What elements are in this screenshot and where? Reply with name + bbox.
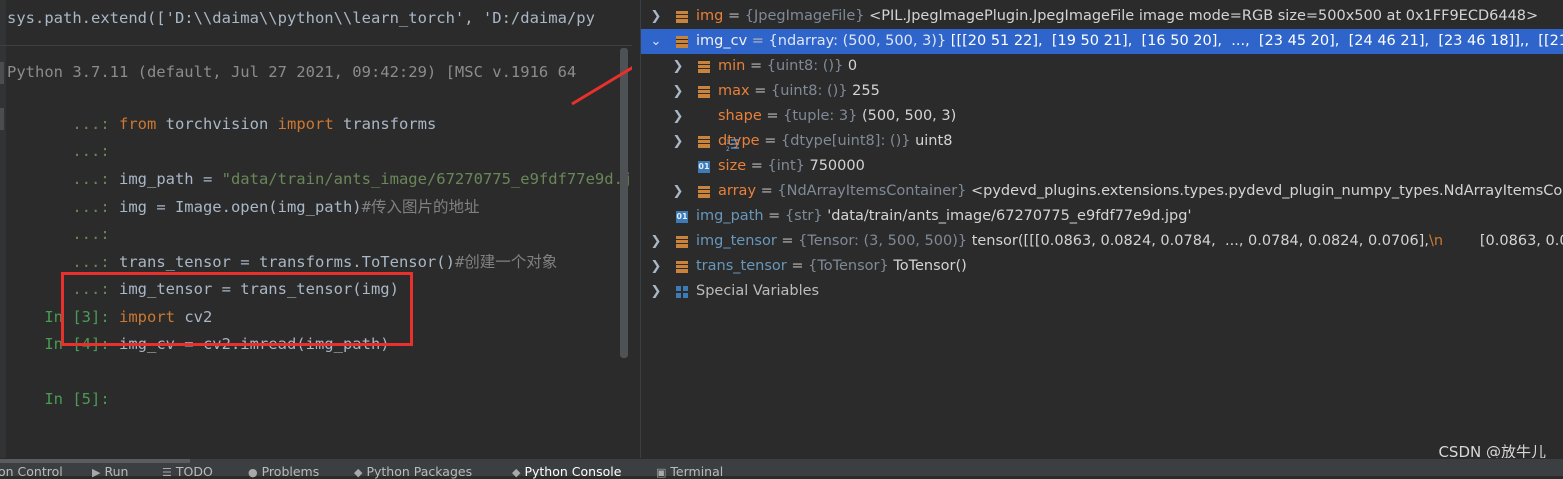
field-icon <box>676 236 688 248</box>
console-line: ...: img_path = "data/train/ants_image/6… <box>72 170 632 188</box>
tab-problems[interactable]: ● Problems <box>248 464 319 479</box>
red-annotation-arrow <box>571 66 632 106</box>
field-icon <box>676 11 688 23</box>
horizontal-scrollbar[interactable] <box>0 459 190 463</box>
chevron-right-icon[interactable]: ❯ <box>649 229 663 254</box>
console-line: ...: trans_tensor = transforms.ToTensor(… <box>72 253 558 271</box>
chevron-right-icon[interactable]: ❯ <box>671 179 685 204</box>
console-command-line: sys.path.extend(['D:\\daima\\python\\lea… <box>7 9 595 27</box>
chevron-right-icon[interactable]: ❯ <box>671 79 685 104</box>
console-gutter <box>0 0 6 458</box>
list-icon: 12 <box>698 111 739 153</box>
red-annotation-box <box>61 272 413 346</box>
tab-todo[interactable]: ☰ TODO <box>162 464 213 479</box>
int-01-icon: 01 <box>698 161 710 173</box>
chevron-right-icon[interactable]: ❯ <box>671 54 685 79</box>
tab-terminal[interactable]: ▣ Terminal <box>656 464 723 479</box>
gutter-mark <box>0 62 4 84</box>
field-icon <box>676 36 688 48</box>
tab-version-control[interactable]: on Control <box>0 464 63 479</box>
chevron-down-icon[interactable]: ⌄ <box>649 29 663 54</box>
tab-run[interactable]: ▶ Run <box>92 464 128 479</box>
warning-icon: ● <box>248 466 258 479</box>
variable-row-special-variables[interactable]: ❯ Special Variables <box>641 279 1563 304</box>
variable-row-img[interactable]: ❯ img = {JpegImageFile} <PIL.JpegImagePl… <box>641 4 1563 29</box>
python-version-info: Python 3.7.11 (default, Jul 27 2021, 09:… <box>7 63 577 81</box>
chevron-right-icon[interactable]: ❯ <box>671 104 685 129</box>
list-icon: ☰ <box>162 466 172 479</box>
variable-row-img-tensor[interactable]: ❯ img_tensor = {Tensor: (3, 500, 500)} t… <box>641 229 1563 254</box>
console-line: ...: <box>72 225 110 243</box>
package-icon: ◆ <box>354 466 363 479</box>
variable-row-img-path[interactable]: 01 img_path = {str} 'data/train/ants_ima… <box>641 204 1563 229</box>
console-line: ...: img = Image.open(img_path)#传入图片的地址 <box>72 198 480 216</box>
python-console-pane[interactable]: sys.path.extend(['D:\\daima\\python\\lea… <box>0 0 632 458</box>
console-separator <box>0 45 632 46</box>
variable-row-img-cv[interactable]: ⌄ img_cv = {ndarray: (500, 500, 3)} [[[2… <box>641 29 1563 54</box>
field-icon <box>698 186 710 198</box>
int-01-icon: 01 <box>676 211 688 223</box>
chevron-right-icon[interactable]: ❯ <box>649 279 663 304</box>
grid-icon <box>676 286 688 298</box>
chevron-right-icon[interactable]: ❯ <box>649 4 663 29</box>
chevron-right-icon[interactable]: ❯ <box>671 129 685 154</box>
console-input-prompt[interactable]: In [5]: <box>7 363 109 408</box>
variable-row-shape[interactable]: ❯ 12 shape = {tuple: 3} (500, 500, 3) <box>641 104 1563 153</box>
variable-row-max[interactable]: ❯ max = {uint8: ()} 255 <box>641 79 1563 104</box>
variable-row-array[interactable]: ❯ array = {NdArrayItemsContainer} <pydev… <box>641 179 1563 204</box>
variables-pane[interactable]: ❯ img = {JpegImageFile} <PIL.JpegImagePl… <box>640 0 1563 458</box>
field-icon <box>676 261 688 273</box>
field-icon <box>698 86 710 98</box>
console-line: ...: <box>72 142 110 160</box>
field-icon <box>698 61 710 73</box>
variable-row-trans-tensor[interactable]: ❯ trans_tensor = {ToTensor} ToTensor() <box>641 254 1563 279</box>
python-icon: ◆ <box>512 466 521 479</box>
chevron-right-icon[interactable]: ❯ <box>649 254 663 279</box>
field-icon <box>698 136 710 148</box>
gutter-mark <box>0 108 4 130</box>
variable-row-dtype[interactable]: ❯ dtype = {dtype[uint8]: ()} uint8 <box>641 129 1563 154</box>
console-line: ...: from torchvision import transforms <box>7 88 436 133</box>
play-icon: ▶ <box>92 466 101 479</box>
csdn-watermark: CSDN @放牛儿 <box>1438 443 1546 458</box>
variable-row-size[interactable]: 01 size = {int} 750000 <box>641 154 1563 179</box>
variable-row-min[interactable]: ❯ min = {uint8: ()} 0 <box>641 54 1563 79</box>
terminal-icon: ▣ <box>656 466 667 479</box>
tab-python-packages[interactable]: ◆ Python Packages <box>354 464 472 479</box>
tab-python-console[interactable]: ◆ Python Console <box>512 464 621 479</box>
tool-window-bar: on Control ▶ Run ☰ TODO ● Problems ◆ Python … <box>0 458 1563 479</box>
